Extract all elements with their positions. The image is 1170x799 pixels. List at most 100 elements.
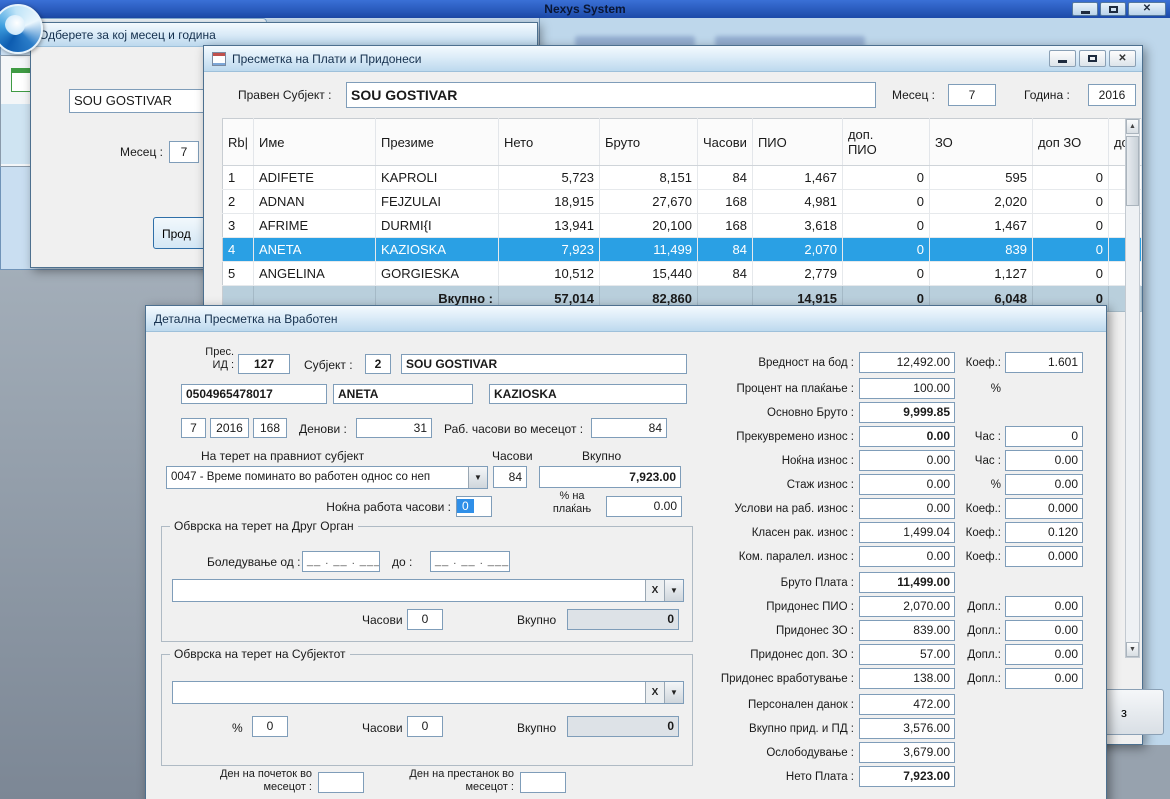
- field-value[interactable]: 12,492.00: [859, 352, 955, 373]
- other-organ-combobox[interactable]: X ▼: [172, 579, 684, 602]
- cell[interactable]: 0: [842, 238, 929, 262]
- table-row[interactable]: 4ANETAKAZIOSKA7,92311,499842,07008390: [223, 238, 1142, 262]
- days-field[interactable]: 31: [356, 418, 432, 438]
- cell[interactable]: 84: [698, 166, 753, 190]
- table-row[interactable]: 1ADIFETEKAPROLI5,7238,151841,46705950: [223, 166, 1142, 190]
- cell[interactable]: 1,467: [752, 166, 842, 190]
- chevron-down-icon[interactable]: ▼: [664, 580, 683, 601]
- work-code-combobox[interactable]: 0047 - Време поминато во работен однос с…: [166, 466, 488, 489]
- cell[interactable]: 84: [698, 238, 753, 262]
- column-header[interactable]: доп ЗО: [1032, 119, 1108, 166]
- field-value[interactable]: 100.00: [859, 378, 955, 399]
- total-field[interactable]: 0: [567, 609, 679, 630]
- cell[interactable]: 0: [1032, 190, 1108, 214]
- scroll-up-icon[interactable]: ▲: [1126, 119, 1139, 134]
- cell[interactable]: 4,981: [752, 190, 842, 214]
- scrollbar-thumb[interactable]: [1126, 136, 1139, 206]
- field-value[interactable]: 0.00: [859, 498, 955, 519]
- field-value[interactable]: 1,499.04: [859, 522, 955, 543]
- field-extra-value[interactable]: 0.00: [1005, 620, 1083, 641]
- cell[interactable]: 8,151: [600, 166, 698, 190]
- field-extra-value[interactable]: 0.00: [1005, 474, 1083, 495]
- clear-icon[interactable]: X: [645, 682, 664, 703]
- year-field[interactable]: 2016: [210, 418, 249, 438]
- work-amount-field[interactable]: 7,923.00: [539, 466, 681, 488]
- payroll-titlebar[interactable]: Пресметка на Плати и Придонеси ✕: [204, 46, 1142, 72]
- clear-icon[interactable]: X: [645, 580, 664, 601]
- cell[interactable]: 0: [842, 166, 929, 190]
- cell[interactable]: KAPROLI: [376, 166, 499, 190]
- column-header[interactable]: Нето: [499, 119, 600, 166]
- cell[interactable]: 0: [1032, 214, 1108, 238]
- column-header[interactable]: Rb|: [223, 119, 254, 166]
- cell[interactable]: 0: [1032, 238, 1108, 262]
- entity-value[interactable]: SOU GOSTIVAR: [346, 82, 876, 108]
- column-header[interactable]: ЗО: [929, 119, 1032, 166]
- subject-code-field[interactable]: 2: [365, 354, 391, 374]
- embg-field[interactable]: 0504965478017: [181, 384, 327, 404]
- cell[interactable]: 2: [223, 190, 254, 214]
- cell[interactable]: 2,779: [752, 262, 842, 286]
- close-button[interactable]: ✕: [1128, 2, 1166, 16]
- field-value[interactable]: 3,679.00: [859, 742, 955, 763]
- field-value[interactable]: 9,999.85: [859, 402, 955, 423]
- field-value[interactable]: 472.00: [859, 694, 955, 715]
- minimize-button[interactable]: [1072, 2, 1098, 16]
- cell[interactable]: 0: [842, 190, 929, 214]
- cell[interactable]: 168: [698, 190, 753, 214]
- cell[interactable]: 839: [929, 238, 1032, 262]
- cell[interactable]: 27,670: [600, 190, 698, 214]
- cell[interactable]: 1: [223, 166, 254, 190]
- cell[interactable]: 10,512: [499, 262, 600, 286]
- field-value[interactable]: 3,576.00: [859, 718, 955, 739]
- cell[interactable]: ANGELINA: [254, 262, 376, 286]
- field-value[interactable]: 0.00: [859, 546, 955, 567]
- fund-hours-field[interactable]: 168: [253, 418, 287, 438]
- cell[interactable]: KAZIOSKA: [376, 238, 499, 262]
- cell[interactable]: 20,100: [600, 214, 698, 238]
- month-input[interactable]: 7: [948, 84, 996, 106]
- cell[interactable]: 5,723: [499, 166, 600, 190]
- cell[interactable]: 0: [842, 214, 929, 238]
- cell[interactable]: 18,915: [499, 190, 600, 214]
- minimize-button[interactable]: [1049, 50, 1076, 67]
- cell[interactable]: AFRIME: [254, 214, 376, 238]
- field-extra-value[interactable]: 0.00: [1005, 668, 1083, 689]
- cell[interactable]: 7,923: [499, 238, 600, 262]
- scroll-down-icon[interactable]: ▼: [1126, 642, 1139, 657]
- field-value[interactable]: 11,499.00: [859, 572, 955, 593]
- table-row[interactable]: 2ADNANFEJZULAI18,91527,6701684,98102,020…: [223, 190, 1142, 214]
- field-value[interactable]: 2,070.00: [859, 596, 955, 617]
- cell[interactable]: ADIFETE: [254, 166, 376, 190]
- end-day-field[interactable]: [520, 772, 566, 793]
- cell[interactable]: DURMI{I: [376, 214, 499, 238]
- cell[interactable]: 1,467: [929, 214, 1032, 238]
- cell[interactable]: 11,499: [600, 238, 698, 262]
- month-input[interactable]: 7: [169, 141, 199, 163]
- work-hours-field[interactable]: 84: [493, 466, 527, 488]
- cell[interactable]: 0: [1032, 166, 1108, 190]
- field-value[interactable]: 138.00: [859, 668, 955, 689]
- last-name-field[interactable]: KAZIOSKA: [489, 384, 687, 404]
- hours-field[interactable]: 0: [407, 716, 443, 737]
- cell[interactable]: 1,127: [929, 262, 1032, 286]
- field-extra-value[interactable]: 1.601: [1005, 352, 1083, 373]
- cell[interactable]: FEJZULAI: [376, 190, 499, 214]
- cell[interactable]: 0: [842, 262, 929, 286]
- subject-name-field[interactable]: SOU GOSTIVAR: [401, 354, 687, 374]
- cell[interactable]: 168: [698, 214, 753, 238]
- cell[interactable]: GORGIESKA: [376, 262, 499, 286]
- cell[interactable]: 2,020: [929, 190, 1032, 214]
- first-name-field[interactable]: ANETA: [333, 384, 473, 404]
- field-extra-value[interactable]: 0.000: [1005, 546, 1083, 567]
- sick-to-date-field[interactable]: __ . __ . ____: [430, 551, 510, 572]
- month-hours-field[interactable]: 84: [591, 418, 667, 438]
- column-header[interactable]: Бруто: [600, 119, 698, 166]
- cell[interactable]: ADNAN: [254, 190, 376, 214]
- chevron-down-icon[interactable]: ▼: [468, 467, 487, 488]
- table-row[interactable]: 3AFRIMEDURMI{I13,94120,1001683,61801,467…: [223, 214, 1142, 238]
- detail-titlebar[interactable]: Детална Пресметка на Вработен: [146, 306, 1106, 332]
- total-field[interactable]: 0: [567, 716, 679, 737]
- field-extra-value[interactable]: 0: [1005, 426, 1083, 447]
- field-value[interactable]: 0.00: [859, 426, 955, 447]
